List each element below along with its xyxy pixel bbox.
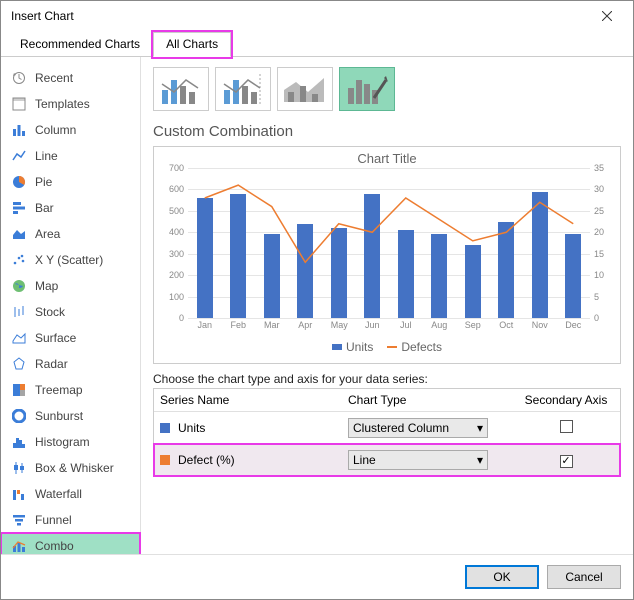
recent-icon — [11, 70, 27, 86]
secondary-axis-checkbox-defect[interactable] — [560, 455, 573, 468]
header-chart-type: Chart Type — [348, 393, 518, 407]
secondary-axis-checkbox-units[interactable] — [560, 420, 573, 433]
histogram-chart-icon — [11, 434, 27, 450]
combo-chart-icon — [11, 538, 27, 554]
sidebar-item-templates[interactable]: Templates — [1, 91, 140, 117]
cancel-button[interactable]: Cancel — [547, 565, 621, 589]
subtype-clustered-column-line-secondary[interactable] — [215, 67, 271, 111]
sidebar-item-radar[interactable]: Radar — [1, 351, 140, 377]
legend-defects: Defects — [387, 340, 442, 354]
subtype-stacked-area-column[interactable] — [277, 67, 333, 111]
chevron-down-icon: ▾ — [477, 453, 483, 467]
sidebar-item-recent[interactable]: Recent — [1, 65, 140, 91]
scatter-chart-icon — [11, 252, 27, 268]
sidebar-item-bar[interactable]: Bar — [1, 195, 140, 221]
tab-all-charts[interactable]: All Charts — [153, 32, 231, 57]
series-table: Series Name Chart Type Secondary Axis Un… — [153, 388, 621, 477]
funnel-chart-icon — [11, 512, 27, 528]
bar-chart-icon — [11, 200, 27, 216]
series-swatch-units — [160, 423, 170, 433]
treemap-chart-icon — [11, 382, 27, 398]
stock-chart-icon — [11, 304, 27, 320]
chart-type-select-defect[interactable]: Line▾ — [348, 450, 488, 470]
chart-type-select-units[interactable]: Clustered Column▾ — [348, 418, 488, 438]
sunburst-chart-icon — [11, 408, 27, 424]
chevron-down-icon: ▾ — [477, 421, 483, 435]
sidebar-item-scatter[interactable]: X Y (Scatter) — [1, 247, 140, 273]
map-chart-icon — [11, 278, 27, 294]
sidebar-item-line[interactable]: Line — [1, 143, 140, 169]
box-whisker-icon — [11, 460, 27, 476]
series-row-units: Units Clustered Column▾ — [154, 412, 620, 444]
sidebar-item-column[interactable]: Column — [1, 117, 140, 143]
surface-chart-icon — [11, 330, 27, 346]
series-row-defect: Defect (%) Line▾ — [154, 444, 620, 476]
pie-chart-icon — [11, 174, 27, 190]
sidebar-item-sunburst[interactable]: Sunburst — [1, 403, 140, 429]
chart-title: Chart Title — [162, 151, 612, 166]
close-button[interactable] — [587, 1, 627, 31]
line-chart-icon — [11, 148, 27, 164]
templates-icon — [11, 96, 27, 112]
chart-category-list: Recent Templates Column Line Pie Bar Are… — [1, 57, 141, 554]
radar-chart-icon — [11, 356, 27, 372]
legend-units: Units — [332, 340, 373, 354]
sidebar-item-combo[interactable]: Combo — [1, 533, 140, 554]
subtype-custom-combination[interactable] — [339, 67, 395, 111]
sidebar-item-surface[interactable]: Surface — [1, 325, 140, 351]
sidebar-item-funnel[interactable]: Funnel — [1, 507, 140, 533]
series-swatch-defect — [160, 455, 170, 465]
section-title: Custom Combination — [153, 123, 621, 140]
sidebar-item-box-whisker[interactable]: Box & Whisker — [1, 455, 140, 481]
sidebar-item-treemap[interactable]: Treemap — [1, 377, 140, 403]
header-secondary-axis: Secondary Axis — [518, 393, 614, 407]
chart-preview: Chart Title 0100200300400500600700051015… — [153, 146, 621, 364]
sidebar-item-waterfall[interactable]: Waterfall — [1, 481, 140, 507]
column-chart-icon — [11, 122, 27, 138]
sidebar-item-stock[interactable]: Stock — [1, 299, 140, 325]
waterfall-chart-icon — [11, 486, 27, 502]
sidebar-item-map[interactable]: Map — [1, 273, 140, 299]
window-title: Insert Chart — [11, 9, 74, 23]
area-chart-icon — [11, 226, 27, 242]
ok-button[interactable]: OK — [465, 565, 539, 589]
sidebar-item-histogram[interactable]: Histogram — [1, 429, 140, 455]
series-prompt: Choose the chart type and axis for your … — [153, 372, 621, 386]
tab-recommended-charts[interactable]: Recommended Charts — [7, 32, 153, 57]
sidebar-item-pie[interactable]: Pie — [1, 169, 140, 195]
subtype-clustered-column-line[interactable] — [153, 67, 209, 111]
sidebar-item-area[interactable]: Area — [1, 221, 140, 247]
header-series-name: Series Name — [160, 393, 348, 407]
